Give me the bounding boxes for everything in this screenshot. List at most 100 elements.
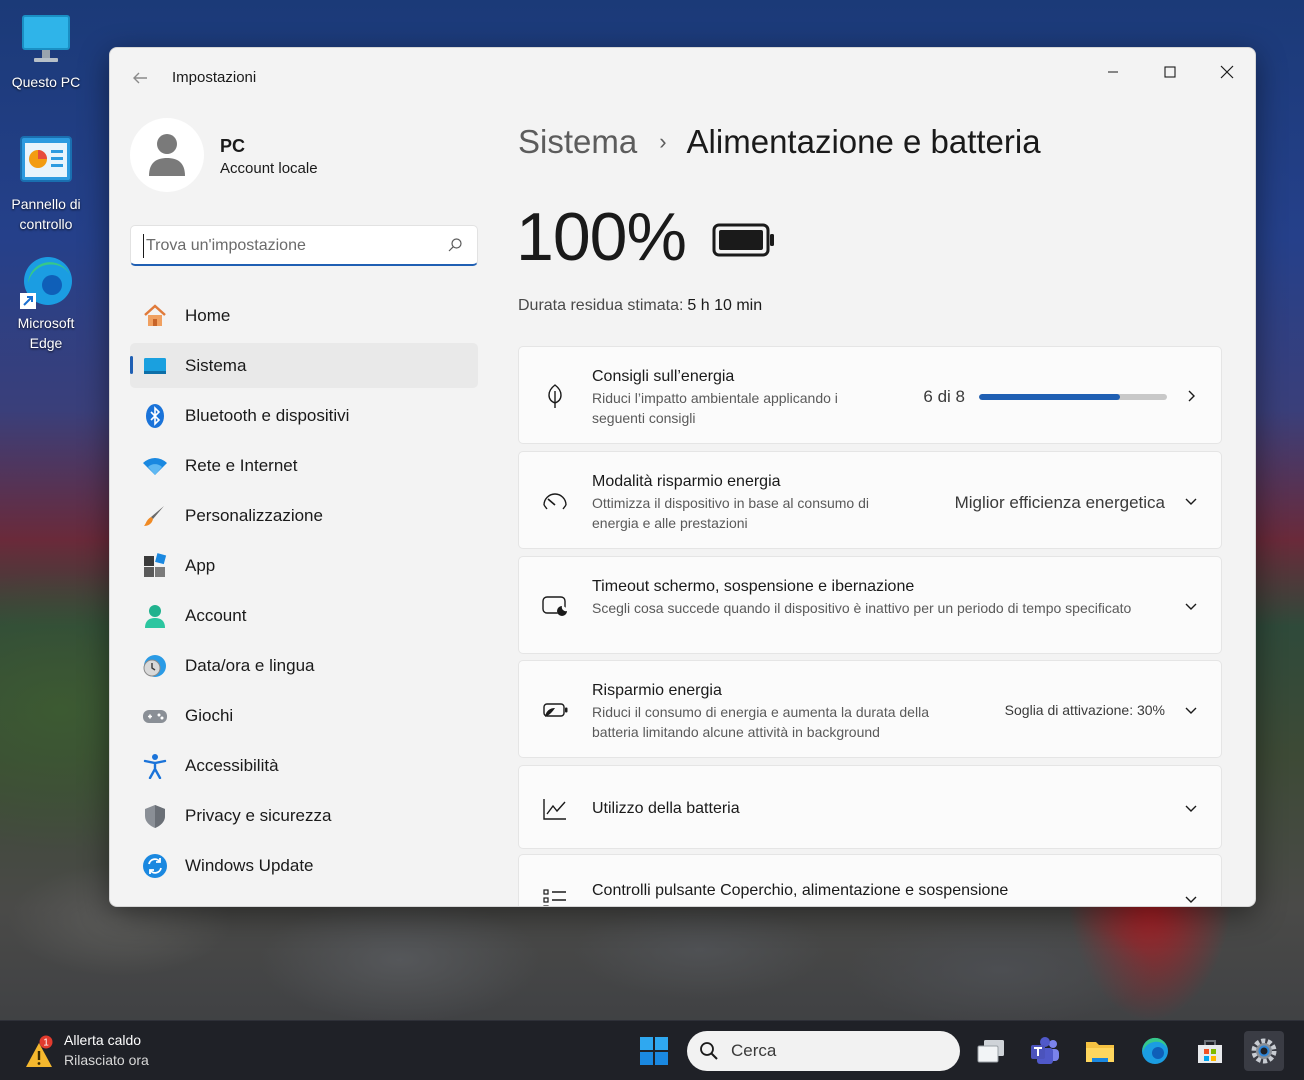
clock-globe-icon [142, 653, 168, 679]
settings-taskbar-button[interactable] [1244, 1031, 1284, 1071]
task-view-button[interactable] [971, 1031, 1011, 1071]
user-profile[interactable]: PC Account locale [130, 118, 470, 194]
sidebar-item-label: App [185, 555, 216, 575]
task-view-icon [977, 1040, 1004, 1063]
file-explorer-button[interactable] [1080, 1031, 1120, 1071]
monitor-icon [18, 12, 74, 68]
sidebar-item-datetime[interactable]: Data/ora e lingua [130, 643, 478, 688]
teams-button[interactable] [1025, 1031, 1065, 1071]
sidebar-item-home[interactable]: Home [130, 293, 478, 338]
battery-full-icon [712, 223, 774, 257]
sidebar-item-account[interactable]: Account [130, 593, 478, 638]
sidebar-item-apps[interactable]: App [130, 543, 478, 588]
card-description: Ottimizza il dispositivo in base al cons… [592, 495, 870, 531]
chevron-down-icon [1185, 805, 1197, 812]
search-input[interactable] [143, 234, 433, 258]
weather-widget[interactable]: 1 Allerta caldo Rilasciato ora [22, 1029, 222, 1073]
card-title: Utilizzo della batteria [592, 800, 740, 817]
search-icon[interactable] [447, 237, 463, 253]
chevron-down-icon [1185, 707, 1197, 714]
card-title: Controlli pulsante Coperchio, alimentazi… [592, 882, 1009, 899]
wifi-icon [142, 453, 168, 479]
control-panel-icon [18, 134, 74, 190]
taskbar-search[interactable]: Cerca [687, 1031, 960, 1071]
accessibility-icon [142, 753, 168, 779]
store-icon [1198, 1040, 1222, 1063]
sidebar-nav: Home Sistema Bluetooth e dispositivi Ret… [130, 293, 478, 893]
start-button[interactable] [634, 1031, 674, 1071]
settings-window: Impostazioni PC Account locale Home [109, 47, 1256, 907]
card-title: Risparmio energia [592, 682, 722, 699]
desktop-icon-label: Microsoft Edge [17, 315, 75, 351]
card-description: Scegli cosa succede quando il dispositiv… [592, 600, 1132, 616]
breadcrumb: Sistema › Alimentazione e batteria [518, 120, 1041, 164]
apps-icon [142, 552, 168, 579]
card-title: Timeout schermo, sospensione e ibernazio… [592, 578, 915, 595]
heat-alert-icon: 1 [26, 1035, 53, 1067]
power-mode-dropdown[interactable]: Miglior efficienza energetica [955, 493, 1165, 513]
battery-saver-icon [541, 696, 569, 724]
breadcrumb-parent[interactable]: Sistema [518, 123, 637, 161]
battery-saver-card[interactable]: Risparmio energia Riduci il consumo di e… [518, 660, 1222, 758]
remaining-value: 5 h 10 min [687, 297, 763, 314]
settings-search-box[interactable] [130, 225, 478, 266]
sidebar-item-accessibility[interactable]: Accessibilità [130, 743, 478, 788]
list-icon [541, 885, 569, 906]
sidebar-item-gaming[interactable]: Giochi [130, 693, 478, 738]
energy-recommendations-card[interactable]: Consigli sull’energia Riduci l’impatto a… [518, 346, 1222, 444]
sidebar-item-privacy[interactable]: Privacy e sicurezza [130, 793, 478, 838]
brush-icon [142, 503, 168, 529]
sidebar-item-personalization[interactable]: Personalizzazione [130, 493, 478, 538]
lid-power-controls-card[interactable]: Controlli pulsante Coperchio, alimentazi… [518, 854, 1222, 906]
chevron-down-icon [1185, 896, 1197, 903]
back-arrow-icon[interactable] [130, 68, 150, 88]
desktop-icon-label: Questo PC [11, 74, 81, 90]
sidebar-item-label: Home [185, 305, 231, 325]
page-title: Alimentazione e batteria [686, 123, 1041, 160]
recommendations-count: 6 di 8 [923, 387, 965, 406]
sidebar-item-label: Windows Update [185, 855, 314, 875]
screen-timeout-card[interactable]: Timeout schermo, sospensione e ibernazio… [518, 556, 1222, 654]
desktop-icon-control-panel[interactable]: Pannello di controllo [0, 134, 92, 234]
progress-fill [979, 394, 1120, 400]
gamepad-icon [142, 703, 168, 729]
sidebar-item-label: Account [185, 605, 247, 625]
breadcrumb-separator: › [659, 129, 667, 154]
taskbar: 1 Allerta caldo Rilasciato ora Cerca [0, 1020, 1304, 1080]
battery-usage-card[interactable]: Utilizzo della batteria [518, 765, 1222, 849]
system-icon [142, 353, 168, 379]
sidebar-item-label: Accessibilità [185, 755, 279, 775]
store-button[interactable] [1190, 1031, 1230, 1071]
edge-icon [1142, 1037, 1168, 1064]
battery-percent: 100% [516, 199, 687, 275]
sidebar-item-windows-update[interactable]: Windows Update [130, 843, 478, 888]
minimize-button[interactable] [1090, 54, 1136, 90]
gauge-icon [541, 487, 569, 515]
card-description: Riduci l’impatto ambientale applicando i… [592, 390, 838, 426]
weather-badge: 1 [43, 1038, 49, 1049]
desktop-icon-this-pc[interactable]: Questo PC [0, 12, 92, 92]
close-icon [1220, 65, 1234, 79]
sidebar-item-label: Personalizzazione [185, 505, 323, 525]
edge-icon [18, 253, 74, 309]
sidebar-item-label: Rete e Internet [185, 455, 298, 475]
desktop-icon-edge[interactable]: Microsoft Edge [0, 253, 92, 353]
weather-subtitle: Rilasciato ora [64, 1052, 149, 1068]
window-title: Impostazioni [172, 69, 257, 86]
search-icon [700, 1042, 718, 1060]
profile-subtitle: Account locale [220, 160, 318, 177]
maximize-button[interactable] [1147, 54, 1193, 90]
title-bar: Impostazioni [110, 48, 1255, 108]
folder-icon [1086, 1042, 1114, 1062]
maximize-icon [1164, 66, 1176, 78]
edge-taskbar-button[interactable] [1135, 1031, 1175, 1071]
close-button[interactable] [1204, 54, 1250, 90]
teams-icon [1031, 1037, 1059, 1064]
sidebar-item-network[interactable]: Rete e Internet [130, 443, 478, 488]
bluetooth-icon [142, 403, 168, 429]
sidebar-item-sistema[interactable]: Sistema [130, 343, 478, 388]
sidebar-item-bluetooth[interactable]: Bluetooth e dispositivi [130, 393, 478, 438]
power-mode-card[interactable]: Modalità risparmio energia Ottimizza il … [518, 451, 1222, 549]
taskbar-search-label: Cerca [731, 1041, 777, 1060]
sidebar-item-label: Data/ora e lingua [185, 655, 315, 675]
